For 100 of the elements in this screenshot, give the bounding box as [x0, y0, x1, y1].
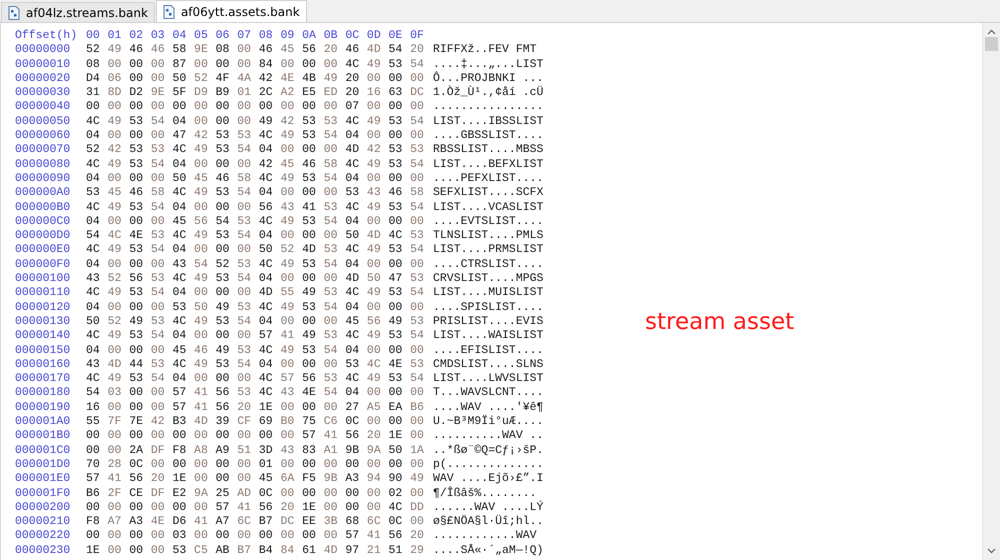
- hex-byte: 53: [129, 143, 144, 158]
- offset-cell-text: 000000F0: [15, 258, 72, 272]
- hex-byte: 00: [108, 214, 122, 230]
- hex-byte: 20: [345, 86, 360, 100]
- hex-byte: 43: [280, 444, 294, 458]
- hex-byte: 00: [280, 272, 294, 286]
- hex-byte: 53: [324, 200, 338, 215]
- hex-byte: A7: [108, 515, 122, 530]
- file-tab[interactable]: af06ytt.assets.bank: [156, 0, 307, 22]
- hex-byte: 49: [258, 114, 273, 130]
- hex-byte: 00: [237, 200, 252, 215]
- hex-byte: 00: [216, 372, 230, 386]
- hex-byte: 1A: [410, 444, 424, 458]
- hex-byte: F8: [86, 515, 100, 530]
- hex-byte: 04: [86, 300, 100, 315]
- hex-byte: 50: [172, 172, 186, 186]
- hex-byte: 28: [108, 458, 122, 472]
- hex-byte: 54: [216, 214, 230, 230]
- hex-byte: 00: [366, 386, 381, 401]
- hex-byte: B6: [86, 486, 100, 501]
- hex-byte: 53: [150, 314, 165, 330]
- scroll-up-icon[interactable]: [987, 29, 996, 35]
- hex-byte: 4C: [172, 314, 186, 330]
- hex-byte: 9B: [345, 444, 360, 458]
- hex-byte: 49: [216, 344, 230, 358]
- hex-byte: 4C: [172, 229, 186, 244]
- hex-byte: 51: [237, 444, 252, 458]
- hex-byte: 58: [172, 43, 186, 58]
- scroll-thumb[interactable]: [985, 37, 998, 51]
- hex-byte: 49: [366, 372, 381, 386]
- scrollbar[interactable]: [982, 23, 1000, 560]
- hex-byte: 53: [324, 114, 338, 130]
- hex-byte: 00: [388, 172, 402, 186]
- ascii-text: CRVSLIST....MPGS: [433, 272, 544, 286]
- hex-byte: 84: [280, 544, 294, 558]
- hex-byte: 56: [216, 386, 230, 401]
- hex-byte: 53: [216, 129, 230, 144]
- hex-byte: 57: [216, 500, 230, 516]
- hex-byte: 42: [150, 415, 165, 430]
- file-tab[interactable]: af04lz.streams.bank: [1, 2, 155, 22]
- hex-byte: 54: [410, 372, 424, 386]
- hex-byte: 53: [216, 229, 230, 244]
- hex-byte: 53: [410, 358, 424, 372]
- hex-byte: 70: [86, 458, 100, 472]
- hex-byte: 41: [366, 529, 381, 544]
- hex-byte: 20: [150, 472, 165, 486]
- hex-byte: 00: [410, 458, 424, 472]
- hex-byte: 00: [216, 458, 230, 472]
- ascii-text: RBSSLIST....MBSS: [433, 143, 544, 158]
- hex-byte: 00: [345, 458, 360, 472]
- ascii-text: LIST....BEFXLIST: [433, 158, 544, 172]
- hex-byte: 20: [410, 43, 424, 58]
- scroll-down-icon[interactable]: [987, 548, 996, 554]
- hex-byte: 00: [150, 300, 165, 315]
- hex-byte: 00: [302, 229, 316, 244]
- hex-byte: 56: [129, 272, 144, 286]
- hex-byte: 9E: [150, 86, 165, 100]
- ascii-text: WAV ....Ejõ›£”.I: [433, 472, 544, 486]
- column-header: 0E: [388, 29, 402, 44]
- hex-byte: 00: [366, 72, 381, 86]
- hex-byte: 04: [345, 129, 360, 144]
- hex-byte: 00: [150, 214, 165, 230]
- hex-byte: 01: [237, 86, 252, 100]
- hex-byte: 04: [172, 200, 186, 215]
- ascii-text: LIST....LWVSLIST: [433, 372, 544, 386]
- hex-byte: 53: [410, 143, 424, 158]
- hex-byte: 4A: [237, 72, 252, 86]
- hex-byte: 4C: [345, 200, 360, 215]
- hex-byte: 03: [172, 529, 186, 544]
- hex-byte: 6C: [366, 515, 381, 530]
- hex-byte: 00: [410, 72, 424, 86]
- hex-byte: 53: [237, 214, 252, 230]
- hex-byte: 00: [237, 114, 252, 130]
- ascii-text: U.~B³M9Ïi°uÆ....: [433, 415, 544, 430]
- hex-byte: 04: [258, 143, 273, 158]
- hex-byte: 9A: [194, 486, 208, 501]
- hex-byte: 53: [172, 300, 186, 315]
- hex-byte: 3D: [258, 444, 273, 458]
- hex-byte: 53: [150, 143, 165, 158]
- hex-byte: 42: [280, 114, 294, 130]
- hex-byte: 52: [194, 72, 208, 86]
- hex-byte: B4: [258, 544, 273, 558]
- hex-byte: 53: [410, 272, 424, 286]
- offset-cell-text: 00000070: [15, 143, 72, 158]
- hex-byte: 00: [150, 458, 165, 472]
- hex-byte: 56: [388, 529, 402, 544]
- hex-byte: 53: [302, 300, 316, 315]
- hex-byte: 53: [216, 314, 230, 330]
- hex-byte: 54: [410, 158, 424, 172]
- hex-byte: 4C: [388, 500, 402, 516]
- hex-byte: 00: [150, 429, 165, 444]
- hex-byte: 68: [345, 515, 360, 530]
- offset-cell-text: 000001E0: [15, 472, 72, 486]
- hex-byte: 20: [345, 72, 360, 86]
- hex-byte: 00: [237, 372, 252, 386]
- hex-byte: 47: [388, 272, 402, 286]
- hex-byte: 57: [86, 472, 100, 486]
- hex-byte: 53: [129, 286, 144, 301]
- hex-byte: 00: [129, 429, 144, 444]
- hex-byte: 53: [216, 143, 230, 158]
